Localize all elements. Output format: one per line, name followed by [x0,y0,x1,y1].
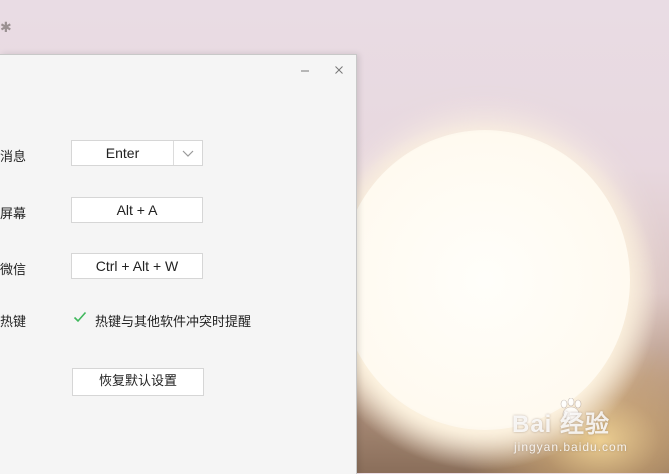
conflict-reminder-label[interactable]: 热键与其他软件冲突时提醒 [95,311,251,330]
checkmark-icon [73,311,87,323]
watermark-brand: Bai 经验 [512,411,611,438]
send-message-label: 消息 [0,150,27,165]
send-message-shortcut-select[interactable]: Enter [71,140,203,166]
close-button[interactable] [328,60,350,78]
background-lamp [340,130,630,430]
background-plant: ✱ [0,20,12,36]
hotkey-label: 热键 [0,315,27,330]
close-icon [335,65,343,74]
open-wechat-shortcut-input[interactable]: Ctrl + Alt + W [71,253,203,279]
open-wechat-label: 微信 [0,263,27,278]
dropdown-arrow[interactable] [174,141,202,165]
chevron-down-icon [182,150,194,157]
conflict-reminder-checkbox[interactable] [73,310,87,324]
screenshot-label: 屏幕 [0,207,27,222]
watermark-url: jingyan.baidu.com [514,440,628,454]
send-message-shortcut-value: Enter [105,145,140,161]
minimize-button[interactable] [294,60,316,78]
restore-defaults-button[interactable]: 恢复默认设置 [72,368,204,396]
screenshot-shortcut-input[interactable]: Alt + A [71,197,203,223]
minimize-icon [301,70,309,71]
shortcut-settings-dialog: 消息 Enter 屏幕 Alt + A 微信 Ctrl + Alt + W 热键… [0,54,357,474]
